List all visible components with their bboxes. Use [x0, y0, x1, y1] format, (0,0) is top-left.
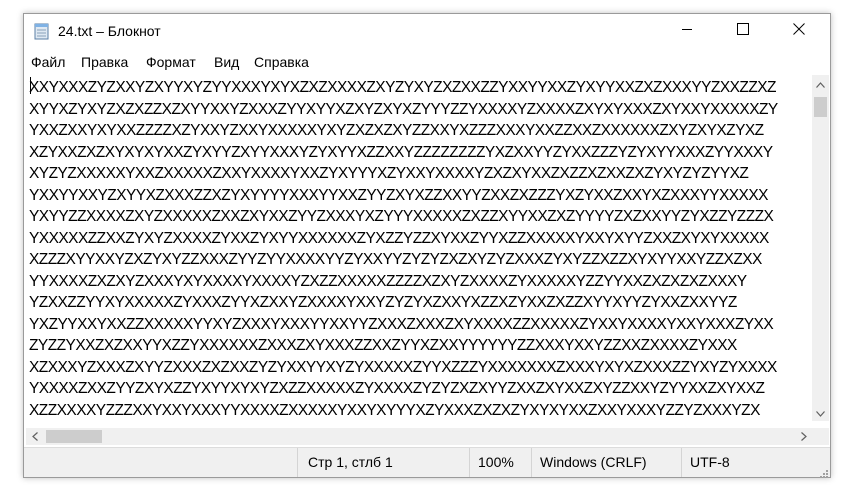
- chevron-up-icon: [816, 75, 825, 93]
- menu-file[interactable]: Файл: [31, 54, 65, 70]
- maximize-button[interactable]: [720, 14, 766, 48]
- vertical-scroll-thumb[interactable]: [814, 97, 827, 117]
- text-line: YXXXXXZZXXZYXYZXXXXZYXXZYXYYXXXXXXZYXZZY…: [29, 229, 769, 247]
- scrollbar-corner: [812, 428, 829, 445]
- text-line: YXZYYXXYXXZZXXXXXYYXYZXXXYXXXYYXXYYZXXXZ…: [29, 315, 774, 333]
- horizontal-scroll-thumb[interactable]: [46, 430, 102, 443]
- maximize-icon: [737, 22, 749, 40]
- text-line: YXXZXXYXYXXZZZZXZYXXYZXXYXXXXXYXYZXZXZXY…: [29, 122, 764, 139]
- status-line-ending: Windows (CRLF): [531, 448, 681, 477]
- text-line: YZXXZZYYXYXXXXXZYXXXZYYXZXXYZXXXXYXXYZYZ…: [29, 294, 737, 311]
- text-line: YXXXXZXXZYYZXYXZZYXYYXYXYZXZZXXXXXZYXXXX…: [29, 380, 765, 397]
- text-line: YXXYYXXYZXYYXZXXXZZXZYXYYYYXXXYYXXZYYZXY…: [29, 186, 768, 204]
- notepad-icon: [34, 22, 50, 40]
- title-bar[interactable]: 24.txt – Блокнот: [24, 14, 830, 48]
- text-line: ZYZZYXXZXZXXYYXZZYXXXXXXZXXXZXYXXXZZXXZY…: [29, 337, 737, 354]
- text-line: XXYXXXZYZXXYZXYYXYZYYXXXYXYXZXZXXXXZXYZY…: [29, 79, 777, 96]
- scroll-right-button[interactable]: [795, 428, 812, 445]
- scroll-down-button[interactable]: [812, 404, 829, 421]
- menu-bar: Файл Правка Формат Вид Справка: [24, 51, 830, 73]
- text-caret: [30, 77, 31, 94]
- text-editor[interactable]: XXYXXXZYZXXYZXYYXYZYYXXXYXYXZXZXXXXZXYZY…: [26, 75, 811, 421]
- chevron-right-icon: [800, 428, 807, 446]
- menu-view[interactable]: Вид: [214, 54, 239, 70]
- text-line: XZXXXYZXXXZXYYZXXXZXZXXZYZYXXYYXYZYXXXXX…: [29, 358, 777, 376]
- text-line: YXYYZZXXXXZXYZXXXXXZXXZXYXXZYYZXXXYXZYYY…: [29, 208, 774, 225]
- minimize-icon: [681, 22, 693, 40]
- scroll-up-button[interactable]: [812, 75, 829, 92]
- menu-edit[interactable]: Правка: [81, 54, 128, 70]
- minimize-button[interactable]: [664, 14, 710, 48]
- status-cursor-position: Стр 1, стлб 1: [297, 448, 469, 477]
- menu-help[interactable]: Справка: [254, 54, 309, 70]
- chevron-left-icon: [31, 428, 38, 446]
- scroll-left-button[interactable]: [26, 428, 43, 445]
- menu-format[interactable]: Формат: [146, 54, 196, 70]
- window-title: 24.txt – Блокнот: [58, 23, 161, 39]
- text-line: XZZZXYYXXYZXZYXYZZXXXZYYZYYXXXXYYZYXXYYZ…: [29, 251, 762, 268]
- notepad-window: 24.txt – Блокнот Файл Правка Формат Вид …: [23, 13, 831, 478]
- close-icon: [793, 22, 805, 40]
- vertical-scrollbar[interactable]: [812, 75, 829, 421]
- text-line: XYYXZYXYZXZXZZXZXYYXXYZXXXZYYXYYXZXYZXYX…: [29, 100, 778, 118]
- text-line: XZZXXXXYZZZXXYXXYXXXYYXXXXZXXXXXYXXYXYYY…: [29, 401, 760, 419]
- status-zoom: 100%: [469, 448, 531, 477]
- status-bar: Стр 1, стлб 1 100% Windows (CRLF) UTF-8: [24, 447, 830, 478]
- horizontal-scrollbar[interactable]: [26, 428, 812, 445]
- text-line: XZYXXZXZXYXYXYXXZYXYYZXYYXXXYZYXYYXZZXXY…: [29, 143, 773, 161]
- text-line: XYZYZXXXXXYXXZXXXXXZXXYXXXXYXXZYXYYYXZYX…: [29, 165, 749, 182]
- close-button[interactable]: [776, 14, 822, 48]
- status-encoding: UTF-8: [681, 448, 830, 477]
- text-line: YYXXXXZXZXYZXXXYXYXXXXYXXXXYZXZZXXXXXZZZ…: [29, 272, 747, 290]
- resize-grip-icon[interactable]: [818, 465, 828, 478]
- chevron-down-icon: [816, 404, 825, 422]
